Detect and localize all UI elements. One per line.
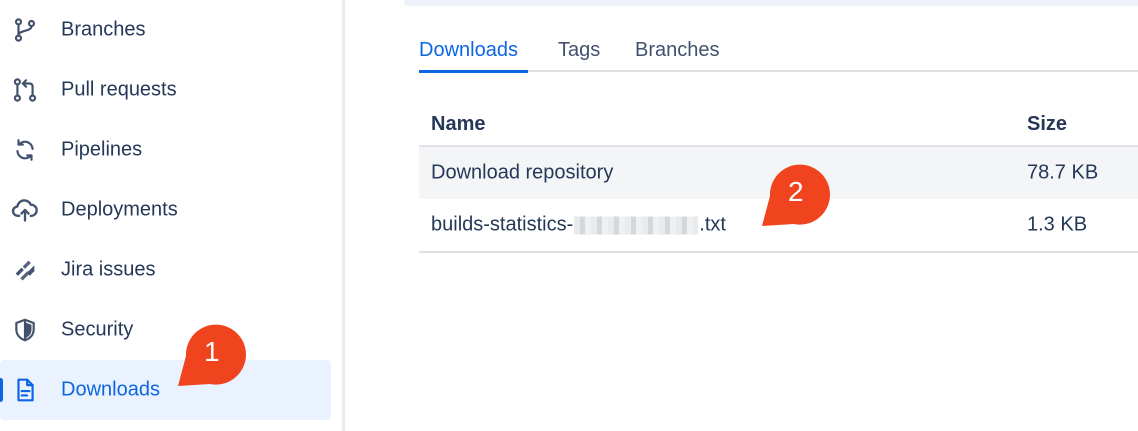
callout-number: 1 — [204, 336, 220, 367]
sidebar-item-label: Pull requests — [61, 78, 177, 101]
app-root: Branches Pull requests Pipelines Deploym… — [0, 0, 1138, 431]
sidebar-item-downloads[interactable]: Downloads — [0, 360, 331, 420]
header-strip — [404, 0, 1138, 6]
sidebar-item-label: Jira issues — [61, 258, 156, 281]
sidebar-item-security[interactable]: Security — [0, 300, 331, 360]
sidebar-item-label: Downloads — [61, 378, 160, 401]
sidebar-item-label: Branches — [61, 18, 146, 41]
file-size: 78.7 KB — [1027, 161, 1099, 184]
file-name-prefix: builds-statistics- — [431, 213, 574, 236]
sidebar-item-deployments[interactable]: Deployments — [0, 180, 331, 240]
tab-branches[interactable]: Branches — [635, 39, 720, 62]
active-tab-underline — [419, 70, 528, 73]
document-icon — [10, 375, 40, 405]
column-header-size[interactable]: Size — [1027, 113, 1067, 136]
download-repository-link[interactable]: Download repository — [431, 162, 613, 185]
callout-badge-2: 2 — [760, 162, 832, 228]
sidebar-divider — [342, 0, 345, 431]
pipelines-icon — [10, 135, 40, 165]
shield-icon — [10, 315, 40, 345]
branch-icon — [10, 15, 40, 45]
jira-icon — [10, 255, 40, 285]
redacted-date — [574, 216, 699, 235]
tab-tags[interactable]: Tags — [558, 39, 600, 62]
tab-downloads[interactable]: Downloads — [419, 39, 518, 62]
callout-badge-1: 1 — [176, 322, 248, 388]
sidebar-item-pipelines[interactable]: Pipelines — [0, 120, 331, 180]
sidebar-item-branches[interactable]: Branches — [0, 0, 331, 60]
sidebar-item-label: Security — [61, 318, 134, 341]
active-indicator — [0, 378, 3, 402]
table-header: Name Size — [419, 105, 1138, 147]
pull-request-icon — [10, 75, 40, 105]
file-link[interactable]: builds-statistics- .txt — [431, 214, 726, 237]
sidebar-item-pull-requests[interactable]: Pull requests — [0, 60, 331, 120]
file-size: 1.3 KB — [1027, 213, 1088, 236]
cloud-upload-icon — [10, 195, 40, 225]
sidebar-item-label: Pipelines — [61, 138, 143, 161]
column-header-name[interactable]: Name — [431, 113, 485, 136]
file-name-suffix: .txt — [699, 213, 726, 236]
sidebar-item-label: Deployments — [61, 198, 178, 221]
sidebar: Branches Pull requests Pipelines Deploym… — [0, 0, 344, 431]
callout-number: 2 — [788, 176, 804, 207]
tab-bar: Downloads Tags Branches — [419, 36, 1138, 73]
sidebar-item-jira-issues[interactable]: Jira issues — [0, 240, 331, 300]
